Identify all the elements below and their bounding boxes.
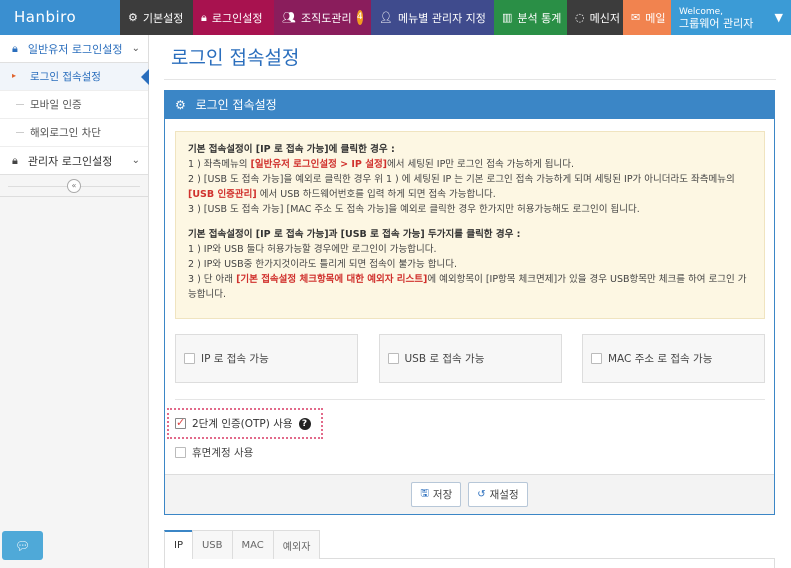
- sidebar-group-label: 일반유저 로그인설정: [27, 42, 123, 56]
- option-usb-access[interactable]: USB 로 접속 가능: [378, 334, 562, 383]
- sidebar-item-mobile-auth[interactable]: 모바일 인증: [0, 91, 148, 119]
- access-options: IP 로 접속 가능 USB 로 접속 가능 MAC 주소 로 접속 가능: [175, 334, 765, 383]
- chat-button[interactable]: 💬︎: [2, 531, 43, 560]
- otp-setting: 2단계 인증(OTP) 사용 ?: [167, 408, 323, 439]
- nav-mail[interactable]: ✉ 메일: [623, 0, 671, 35]
- user-name: 그룹웨어 관리자: [679, 16, 754, 30]
- notice-heading-1: 기본 접속설정이 [IP 로 접속 가능]에 클릭한 경우 :: [188, 144, 395, 155]
- save-button[interactable]: 🖫 저장: [411, 482, 462, 507]
- sidebar-submenu: 로그인 접속설정 모바일 인증 해외로그인 차단: [0, 63, 149, 147]
- page-title: 로그인 접속설정: [171, 47, 300, 69]
- reset-label: 재설정: [489, 489, 519, 501]
- ip-access-checkbox[interactable]: [184, 353, 195, 364]
- notice-box: 기본 접속설정이 [IP 로 접속 가능]에 클릭한 경우 : 1 ) 좌측메뉴…: [175, 131, 765, 319]
- tab-mac[interactable]: MAC: [231, 530, 274, 559]
- nav-basic-settings[interactable]: ⚙ 기본설정: [120, 0, 193, 35]
- nav-messenger[interactable]: ◌ 메신저: [567, 0, 623, 35]
- chart-icon: ▥: [502, 11, 513, 24]
- tab-content: [164, 559, 775, 568]
- list-tabs: IP USB MAC 예외자: [164, 530, 775, 559]
- sidebar-group-label: 관리자 로그인설정: [27, 154, 113, 168]
- nav-org-label: 조직도관리: [300, 11, 352, 25]
- sidebar-item-label: 해외로그인 차단: [30, 127, 101, 139]
- option-label: USB 로 접속 가능: [404, 353, 485, 365]
- panel-header: ⚙ 로그인 접속설정: [165, 91, 774, 119]
- gear-icon: ⚙: [175, 98, 186, 112]
- section-divider: [175, 399, 765, 400]
- nav-login-label: 로그인설정: [211, 11, 263, 25]
- nav-stats[interactable]: ▥ 분석 통계: [494, 0, 567, 35]
- brand-logo[interactable]: Hanbiro: [0, 0, 120, 35]
- nav-org-management[interactable]: 👥︎ 조직도관리 4: [274, 0, 371, 35]
- notice-heading-2: 기본 접속설정이 [IP 로 접속 가능]과 [USB 로 접속 가능] 두가지…: [188, 229, 521, 240]
- chevron-down-icon: ⌄: [131, 43, 140, 54]
- welcome-text: Welcome,: [679, 6, 724, 17]
- option-label: IP 로 접속 가능: [201, 353, 269, 365]
- tab-usb[interactable]: USB: [191, 530, 233, 559]
- gear-icon: ⚙: [128, 11, 138, 24]
- nav-mail-label: 메일: [645, 11, 666, 25]
- refresh-icon: ↺: [477, 489, 486, 500]
- sidebar-collapse-bar: «: [0, 175, 148, 197]
- save-label: 저장: [432, 489, 453, 501]
- title-divider: [164, 79, 776, 80]
- lock-icon: 🔒︎: [12, 41, 18, 55]
- mac-access-checkbox[interactable]: [591, 353, 602, 364]
- floppy-disk-icon: 🖫: [420, 488, 429, 499]
- sidebar: 🔒︎ 일반유저 로그인설정 ⌄ 로그인 접속설정 모바일 인증 해외로그인 차단…: [0, 35, 149, 568]
- collapse-sidebar-button[interactable]: «: [67, 178, 81, 193]
- sidebar-item-overseas-block[interactable]: 해외로그인 차단: [0, 119, 148, 147]
- nav-menu-admin[interactable]: 👤︎ 메뉴별 관리자 지정: [371, 0, 494, 35]
- lock-icon: 🔒︎: [12, 153, 18, 167]
- sidebar-item-label: 로그인 접속설정: [30, 71, 101, 83]
- person-icon: 👤︎: [379, 11, 393, 24]
- option-label: MAC 주소 로 접속 가능: [608, 353, 713, 365]
- notice-line-5: 2 ) IP와 USB중 한가지것이라도 틀리게 되면 접속이 불가능 합니다.: [188, 259, 458, 270]
- notice-line-2: 2 ) [USB 도 접속 가능]을 예외로 클릭한 경우 위 1 ) 에 세팅…: [188, 174, 735, 200]
- chevron-down-icon: ⌄: [131, 155, 140, 166]
- org-count-badge: 4: [356, 10, 363, 25]
- notice-line-3: 3 ) [USB 도 접속 가능] [MAC 주소 도 접속 가능]을 예외로 …: [188, 204, 640, 215]
- reset-button[interactable]: ↺ 재설정: [468, 482, 528, 507]
- otp-checkbox[interactable]: [175, 416, 186, 429]
- nav-stats-label: 분석 통계: [517, 11, 562, 25]
- usb-access-checkbox[interactable]: [387, 353, 399, 364]
- sidebar-group-admin-login[interactable]: 🔒︎ 관리자 로그인설정 ⌄: [0, 147, 148, 175]
- chat-bubble-icon: ◌: [575, 11, 585, 24]
- notice-line-6: 3 ) 단 아래 [기본 접속설정 체크항목에 대한 예외자 리스트]에 예외항…: [188, 274, 747, 300]
- user-menu[interactable]: Welcome, 그룹웨어 관리자 ▼: [671, 0, 791, 35]
- nav-login-settings[interactable]: 🔒︎ 로그인설정: [193, 0, 274, 35]
- lock-icon: 🔒︎: [201, 10, 207, 24]
- welcome-block: Welcome, 그룹웨어 관리자: [679, 7, 753, 29]
- main-nav: ⚙ 기본설정 🔒︎ 로그인설정 👥︎ 조직도관리 4 👤︎ 메뉴별 관리자 지정…: [120, 0, 791, 35]
- sidebar-group-user-login[interactable]: 🔒︎ 일반유저 로그인설정 ⌄: [0, 35, 148, 63]
- caret-down-icon: ▼: [774, 11, 783, 24]
- sidebar-item-login-access[interactable]: 로그인 접속설정: [0, 63, 149, 91]
- nav-basic-label: 기본설정: [142, 11, 184, 25]
- nav-menu-admin-label: 메뉴별 관리자 지정: [397, 11, 486, 25]
- envelope-icon: ✉: [631, 11, 641, 24]
- chat-icon: 💬︎: [14, 538, 31, 553]
- tab-exceptions[interactable]: 예외자: [272, 530, 321, 559]
- help-icon[interactable]: ?: [298, 417, 311, 430]
- otp-label: 2단계 인증(OTP) 사용: [192, 418, 293, 430]
- option-ip-access[interactable]: IP 로 접속 가능: [175, 334, 358, 383]
- settings-panel: ⚙ 로그인 접속설정 기본 접속설정이 [IP 로 접속 가능]에 클릭한 경우…: [164, 90, 775, 515]
- notice-line-1: 1 ) 좌측메뉴의 [일반유저 로그인설정 > IP 설정]에서 세팅된 IP만…: [188, 159, 575, 170]
- nav-messenger-label: 메신저: [589, 11, 620, 25]
- dormant-account-checkbox[interactable]: [175, 447, 186, 458]
- top-navigation-bar: Hanbiro ⚙ 기본설정 🔒︎ 로그인설정 👥︎ 조직도관리 4 👤︎ 메뉴…: [0, 0, 791, 35]
- users-icon: 👥︎: [282, 11, 296, 24]
- dormant-account-setting: 휴면계정 사용: [175, 445, 253, 460]
- main-content: 로그인 접속설정 ⚙ 로그인 접속설정 기본 접속설정이 [IP 로 접속 가능…: [149, 35, 791, 568]
- panel-footer: 🖫 저장 ↺ 재설정: [165, 474, 774, 514]
- sidebar-item-label: 모바일 인증: [30, 99, 82, 111]
- notice-line-4: 1 ) IP와 USB 둘다 허용가능할 경우에만 로그인이 가능합니다.: [188, 244, 437, 255]
- dormant-account-label: 휴면계정 사용: [192, 447, 254, 459]
- panel-title: 로그인 접속설정: [195, 98, 277, 112]
- option-mac-access[interactable]: MAC 주소 로 접속 가능: [582, 334, 765, 383]
- tab-ip[interactable]: IP: [164, 530, 193, 559]
